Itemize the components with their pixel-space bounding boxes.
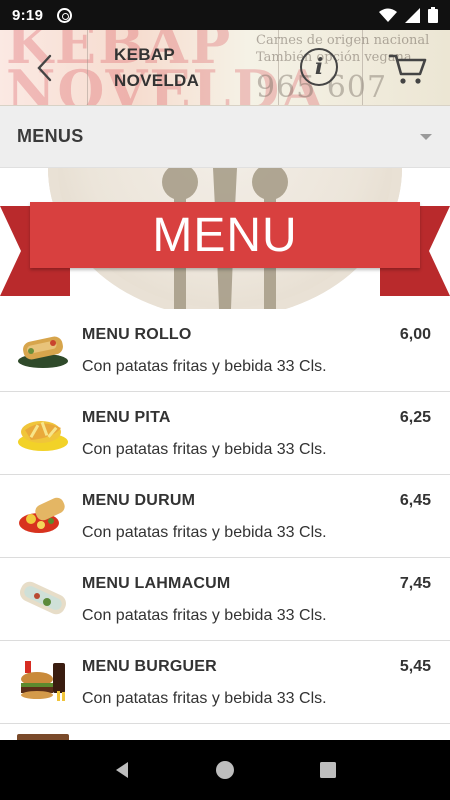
item-price: 6,25 bbox=[399, 409, 431, 426]
notification-icon bbox=[57, 7, 73, 23]
rollo-thumbnail bbox=[18, 336, 68, 368]
lahmacum-thumbnail bbox=[19, 581, 67, 615]
burguer-thumbnail bbox=[21, 661, 65, 701]
battery-icon bbox=[428, 7, 438, 23]
signal-icon bbox=[405, 7, 420, 23]
app-screen: 9:19 KEBAP NOVELDA Carnes de origen naci… bbox=[0, 0, 450, 800]
banner-title: MENU bbox=[152, 208, 298, 262]
status-bar: 9:19 bbox=[0, 0, 450, 30]
menu-item[interactable]: MENU ROLLO 6,00 Con patatas fritas y beb… bbox=[0, 309, 450, 392]
header-divider bbox=[278, 30, 279, 105]
status-time: 9:19 bbox=[12, 6, 44, 24]
item-description: Con patatas fritas y bebida 33 Cls. bbox=[82, 524, 327, 541]
category-selector[interactable]: MENUS bbox=[0, 106, 450, 168]
menu-item[interactable]: MENU DURUM 6,45 Con patatas fritas y beb… bbox=[0, 475, 450, 558]
app-title-line1: KEBAP bbox=[114, 45, 176, 64]
cart-icon bbox=[388, 54, 427, 84]
pita-thumbnail bbox=[18, 421, 68, 451]
item-description: Con patatas fritas y bebida 33 Cls. bbox=[82, 358, 327, 375]
item-price: 7,45 bbox=[399, 575, 431, 592]
app-title-line2: NOVELDA bbox=[114, 71, 200, 90]
app-title: KEBAP NOVELDA bbox=[114, 42, 254, 94]
item-name: MENU ROLLO bbox=[82, 326, 192, 343]
menu-item[interactable]: MENU BURGUER 5,45 Con patatas fritas y b… bbox=[0, 641, 450, 724]
chevron-left-icon bbox=[37, 54, 52, 82]
nav-recents-icon[interactable] bbox=[318, 760, 338, 780]
item-name: MENU BURGUER bbox=[82, 658, 217, 675]
back-button[interactable] bbox=[26, 50, 62, 86]
system-nav-bar bbox=[0, 740, 450, 800]
menu-banner: MENU bbox=[0, 168, 450, 309]
menu-item[interactable]: MENU LAHMACUM 7,45 Con patatas fritas y … bbox=[0, 558, 450, 641]
info-icon: i bbox=[314, 54, 324, 80]
item-price: 6,45 bbox=[399, 492, 431, 509]
item-price: 6,00 bbox=[399, 326, 431, 343]
item-price: 5,45 bbox=[399, 658, 431, 675]
header-bg-note-line1: Carnes de origen nacional bbox=[256, 33, 430, 48]
status-icons bbox=[379, 7, 438, 23]
wifi-icon bbox=[379, 8, 397, 22]
item-name: MENU PITA bbox=[82, 409, 171, 426]
item-description: Con patatas fritas y bebida 33 Cls. bbox=[82, 607, 327, 624]
category-label: MENUS bbox=[17, 126, 84, 146]
app-header: KEBAP NOVELDA Carnes de origen nacional … bbox=[0, 30, 450, 106]
menu-item[interactable]: MENU PITA 6,25 Con patatas fritas y bebi… bbox=[0, 392, 450, 475]
item-description: Con patatas fritas y bebida 33 Cls. bbox=[82, 690, 327, 707]
durum-thumbnail bbox=[19, 497, 65, 533]
menu-item-list: MENU ROLLO 6,00 Con patatas fritas y beb… bbox=[0, 309, 450, 744]
nav-back-icon[interactable] bbox=[112, 760, 132, 780]
item-name: MENU LAHMACUM bbox=[82, 575, 231, 592]
banner-ribbon: MENU bbox=[30, 202, 420, 268]
nav-home-icon[interactable] bbox=[215, 760, 235, 780]
cart-button[interactable] bbox=[388, 50, 428, 86]
item-name: MENU DURUM bbox=[82, 492, 196, 509]
dropdown-arrow-icon bbox=[420, 134, 432, 140]
item-description: Con patatas fritas y bebida 33 Cls. bbox=[82, 441, 327, 458]
header-divider bbox=[87, 30, 88, 105]
info-button[interactable]: i bbox=[300, 48, 338, 86]
header-divider bbox=[362, 30, 363, 105]
